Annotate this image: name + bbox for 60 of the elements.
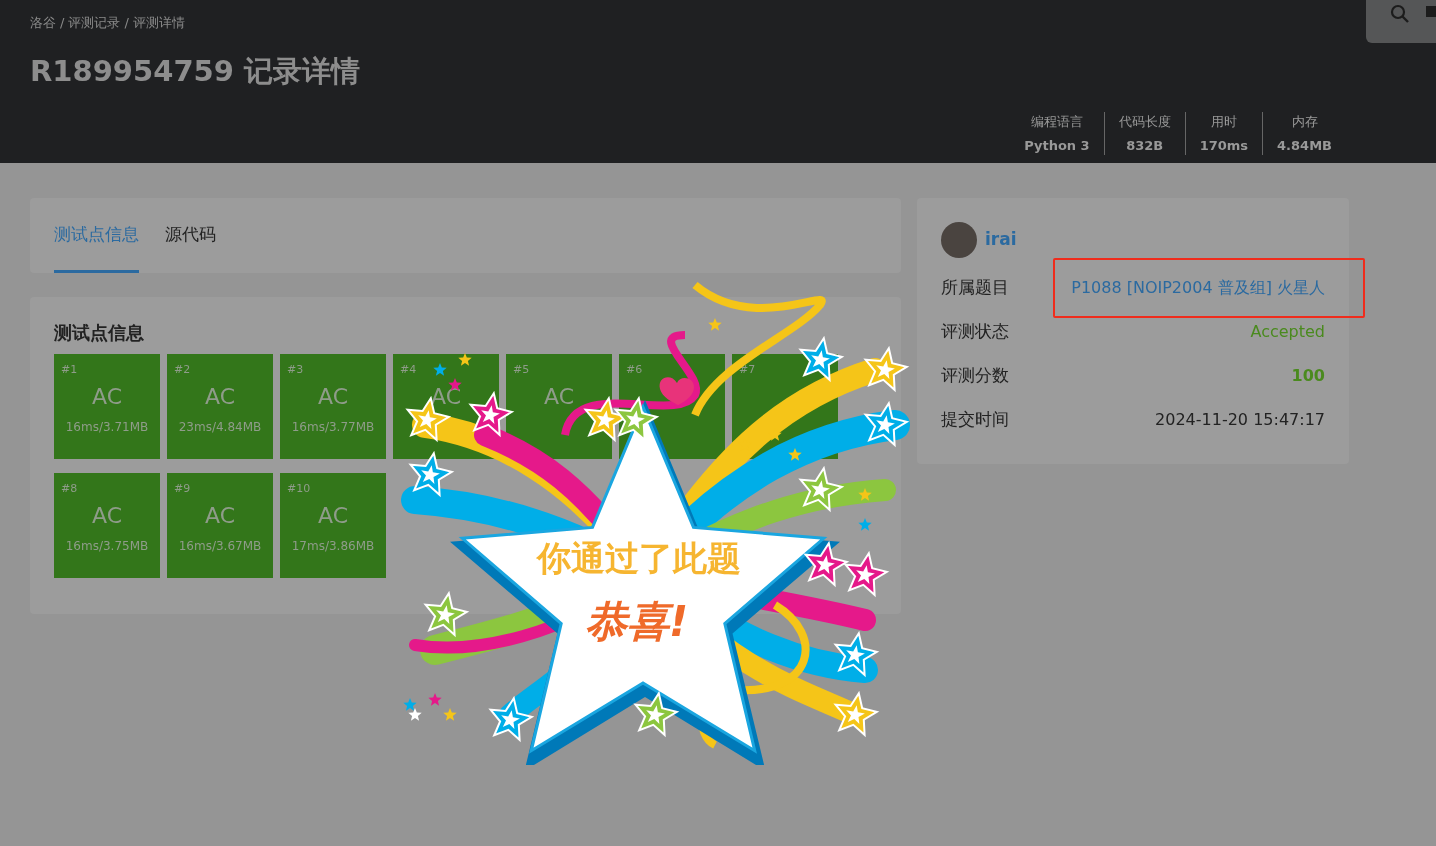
search-icon[interactable] <box>1390 4 1410 24</box>
avatar <box>941 222 977 258</box>
stat-label: 内存 <box>1290 113 1319 131</box>
congratulations-text: 恭喜! <box>585 596 689 648</box>
testcase-number: #1 <box>61 361 78 378</box>
verdict-text: AC <box>92 383 122 409</box>
field-value: Accepted <box>1250 321 1325 343</box>
time-memory-text: 23ms/4.84MB <box>178 419 262 434</box>
time-memory-text: 16ms/3.75MB <box>65 538 149 553</box>
testcase-number: #3 <box>287 361 304 378</box>
field-label: 所属题目 <box>941 276 1009 300</box>
time-memory-text: 16ms/3.67MB <box>178 538 262 553</box>
field-label: 提交时间 <box>941 408 1009 432</box>
envelope-icon[interactable] <box>1426 4 1436 18</box>
testcase-number: #2 <box>174 361 191 378</box>
breadcrumb-separator: / <box>124 15 129 30</box>
testcase-tile[interactable]: #1 AC 16ms/3.71MB <box>54 353 160 459</box>
testcase-number: #6 <box>626 361 643 378</box>
time-memory-text: 16ms/3.77MB <box>291 419 375 434</box>
problem-link[interactable]: P1088 [NOIP2004 普及组] 火星人 <box>1071 278 1325 297</box>
field-value: 2024-11-20 15:47:17 <box>1155 409 1325 431</box>
field-label: 评测状态 <box>941 320 1009 344</box>
breadcrumb-separator: / <box>60 15 65 30</box>
breadcrumb-link[interactable]: 洛谷 <box>30 15 56 30</box>
testcase-number: #5 <box>513 361 530 378</box>
breadcrumb-link[interactable]: 评测记录 <box>68 15 121 30</box>
testcase-number: #8 <box>61 480 78 497</box>
verdict-text: AC <box>318 502 348 528</box>
tab[interactable]: 测试点信息 <box>54 198 139 273</box>
stat-label: 代码长度 <box>1118 113 1171 131</box>
stat-value: 832B <box>1125 136 1165 155</box>
verdict-text: AC <box>318 383 348 409</box>
verdict-text: AC <box>205 502 235 528</box>
stat-label: 编程语言 <box>1029 113 1084 131</box>
celebration-message: 你通过了此题 <box>537 537 741 580</box>
breadcrumb-link[interactable]: 评测详情 <box>132 15 185 30</box>
verdict-text: AC <box>205 383 235 409</box>
testcase-tile[interactable]: #3 AC 16ms/3.77MB <box>280 353 386 459</box>
time-memory-text: 16ms/3.71MB <box>65 419 149 434</box>
testcase-number: #4 <box>400 361 417 378</box>
verdict-text: AC <box>92 502 122 528</box>
username-link[interactable]: irai <box>985 227 1017 253</box>
testcase-number: #10 <box>287 480 311 497</box>
testcase-tile[interactable]: #10 AC 17ms/3.86MB <box>280 472 386 578</box>
page-title: R189954759 记录详情 <box>30 53 362 90</box>
stat-value: 170ms <box>1199 136 1249 155</box>
tab[interactable]: 源代码 <box>165 198 216 273</box>
testcase-tile[interactable]: #9 AC 16ms/3.67MB <box>167 472 273 578</box>
stat-value: Python 3 <box>1024 136 1090 155</box>
field-label: 评测分数 <box>941 364 1009 388</box>
testcase-number: #9 <box>174 480 191 497</box>
time-memory-text: 17ms/3.86MB <box>291 538 375 553</box>
field-value: 100 <box>1291 365 1325 387</box>
panel-heading: 测试点信息 <box>54 320 145 345</box>
stat-label: 用时 <box>1209 113 1238 131</box>
verdict-text: AC <box>544 383 574 409</box>
testcase-tile[interactable]: #2 AC 23ms/4.84MB <box>167 353 273 459</box>
testcase-tile[interactable]: #8 AC 16ms/3.75MB <box>54 472 160 578</box>
verdict-text: AC <box>431 383 461 409</box>
stat-value: 4.84MB <box>1277 136 1332 155</box>
